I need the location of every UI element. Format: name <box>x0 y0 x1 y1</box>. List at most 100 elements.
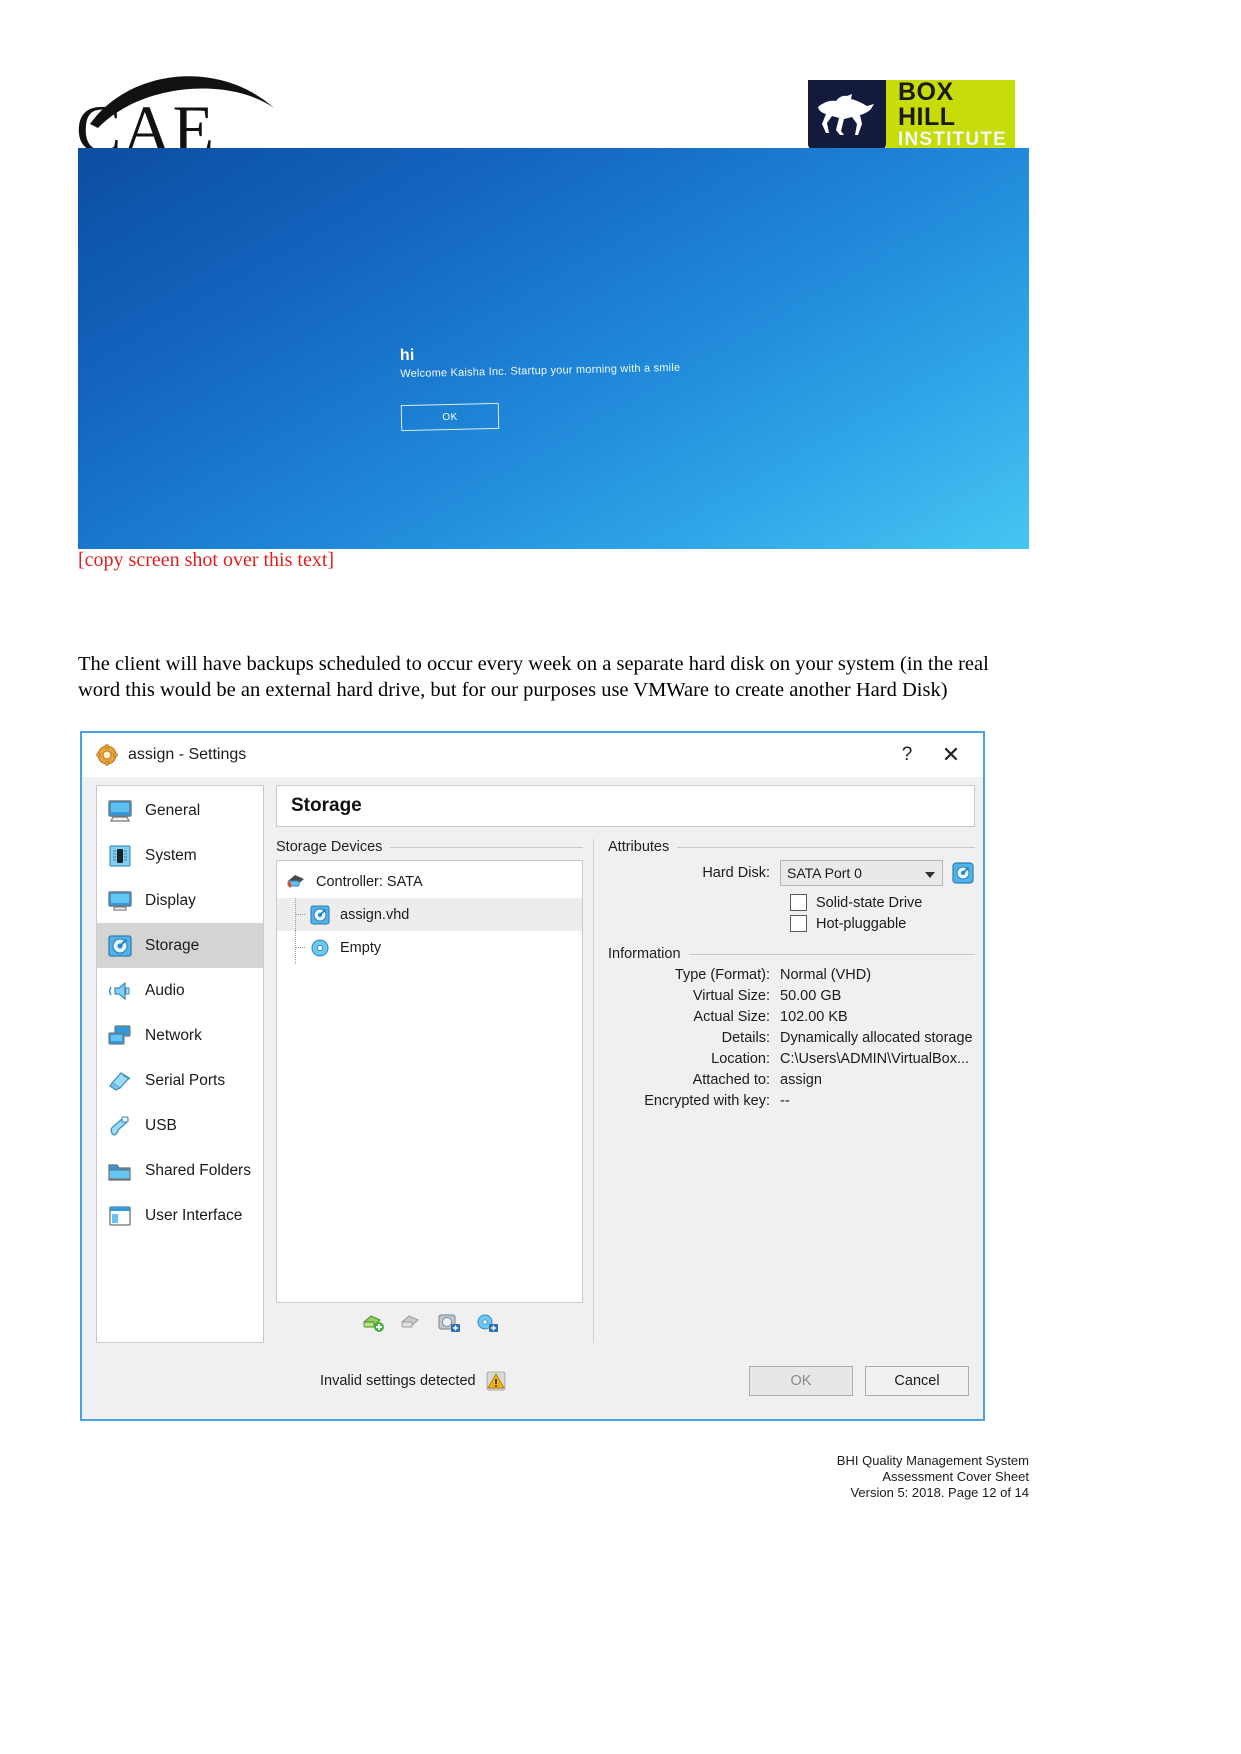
sidebar-item-label: Audio <box>145 981 185 999</box>
welcome-ok-button[interactable]: OK <box>400 402 500 432</box>
divider <box>390 846 583 848</box>
box-hill-institute-logo: BOX HILL INSTITUTE <box>808 80 1015 150</box>
ok-button[interactable]: OK <box>749 1366 853 1396</box>
group-label: Attributes <box>608 839 670 855</box>
bhi-line2: INSTITUTE <box>898 129 1007 151</box>
info-row-encrypted-with-key: Encrypted with key: -- <box>608 1093 975 1109</box>
sidebar-item-label: Network <box>145 1026 202 1044</box>
harddisk-icon <box>105 931 135 961</box>
info-row-attached-to: Attached to: assign <box>608 1072 975 1088</box>
chevron-down-icon <box>925 872 935 878</box>
invalid-settings-text: Invalid settings detected <box>320 1373 476 1389</box>
help-button[interactable]: ? <box>885 735 929 775</box>
info-label: Actual Size: <box>693 1009 770 1025</box>
sidebar-item-label: General <box>145 801 201 819</box>
solid-state-drive-checkbox[interactable] <box>790 894 807 911</box>
sidebar-item-user-interface[interactable]: User Interface <box>97 1193 263 1238</box>
info-label: Attached to: <box>692 1072 770 1088</box>
tree-guide <box>295 931 305 964</box>
add-optical-drive-icon[interactable] <box>475 1311 499 1335</box>
cancel-button[interactable]: Cancel <box>865 1366 969 1396</box>
solid-state-drive-checkbox-row[interactable]: Solid-state Drive <box>780 894 975 911</box>
add-hard-disk-icon[interactable] <box>437 1311 461 1335</box>
info-label: Encrypted with key: <box>644 1093 770 1109</box>
folder-icon <box>105 1156 135 1186</box>
info-value: Dynamically allocated storage <box>780 1030 973 1046</box>
info-value: 102.00 KB <box>780 1009 848 1025</box>
sidebar-item-audio[interactable]: Audio <box>97 968 263 1013</box>
hard-disk-row: Hard Disk: SATA Port 0 <box>608 860 975 886</box>
sidebar-item-label: User Interface <box>145 1206 243 1224</box>
info-value: Normal (VHD) <box>780 967 872 983</box>
sidebar-item-label: System <box>145 846 197 864</box>
add-attachment-icon[interactable] <box>361 1311 385 1335</box>
page-title: Storage <box>276 785 975 827</box>
cae-logo-graphic: CAE <box>78 76 274 158</box>
sidebar-item-label: Shared Folders <box>145 1161 251 1179</box>
user-interface-icon <box>105 1201 135 1231</box>
footer-line-2: Assessment Cover Sheet <box>882 1469 1029 1484</box>
sidebar-item-display[interactable]: Display <box>97 878 263 923</box>
storage-devices-panel: Storage Devices Controller: SATA assign.… <box>276 839 583 1343</box>
windows-welcome-screenshot: hi Welcome Kaisha Inc. Startup your morn… <box>78 148 1029 549</box>
info-label: Location: <box>711 1051 770 1067</box>
storage-tree[interactable]: Controller: SATA assign.vhd Empty <box>276 860 583 1303</box>
vbox-settings-gear-icon <box>96 744 118 766</box>
tree-row[interactable]: Controller: SATA <box>277 865 582 898</box>
hard-disk-label: Hard Disk: <box>702 865 770 881</box>
info-label: Details: <box>721 1030 770 1046</box>
usb-icon <box>105 1111 135 1141</box>
info-value: 50.00 GB <box>780 988 842 1004</box>
close-icon[interactable]: ✕ <box>929 735 973 775</box>
network-icon <box>105 1021 135 1051</box>
dialog-titlebar: assign - Settings ? ✕ <box>82 733 983 777</box>
group-label: Information <box>608 946 681 962</box>
sidebar-item-general[interactable]: General <box>97 788 263 833</box>
choose-virtual-hard-disk-icon[interactable] <box>951 861 975 885</box>
optical-disk-icon <box>309 937 331 959</box>
dialog-footer: Invalid settings detected OK Cancel <box>82 1343 983 1419</box>
info-row-actual-size: Actual Size: 102.00 KB <box>608 1009 975 1025</box>
divider <box>688 953 975 955</box>
tree-row-label: Empty <box>340 939 382 956</box>
hot-pluggable-checkbox[interactable] <box>790 915 807 932</box>
sidebar-item-shared-folders[interactable]: Shared Folders <box>97 1148 263 1193</box>
sidebar-item-system[interactable]: System <box>97 833 263 878</box>
attributes-group-header: Attributes <box>608 839 975 855</box>
virtualbox-settings-dialog: assign - Settings ? ✕ General System Dis… <box>80 731 985 1421</box>
storage-columns: Storage Devices Controller: SATA assign.… <box>276 839 975 1343</box>
info-row-type: Type (Format): Normal (VHD) <box>608 967 975 983</box>
storage-tree-toolbar <box>276 1303 583 1343</box>
monitor-icon <box>105 796 135 826</box>
sidebar-item-label: Storage <box>145 936 200 954</box>
hard-disk-value: SATA Port 0 <box>787 865 862 881</box>
sidebar-item-label: Serial Ports <box>145 1071 226 1089</box>
tree-row-label: Controller: SATA <box>316 873 423 890</box>
welcome-text-block: hi Welcome Kaisha Inc. Startup your morn… <box>400 341 681 380</box>
sata-controller-icon <box>285 871 307 893</box>
info-label: Type (Format): <box>674 967 770 983</box>
warning-triangle-icon[interactable] <box>486 1371 506 1391</box>
sidebar-item-serial-ports[interactable]: Serial Ports <box>97 1058 263 1103</box>
cae-logo: CAE <box>78 62 298 158</box>
footer-line-3: Version 5: 2018. Page 12 of 14 <box>850 1485 1029 1500</box>
tree-row[interactable]: assign.vhd <box>277 898 582 931</box>
sidebar-item-network[interactable]: Network <box>97 1013 263 1058</box>
red-placeholder-note: [copy screen shot over this text] <box>78 549 335 571</box>
hot-pluggable-checkbox-row[interactable]: Hot-pluggable <box>780 915 975 932</box>
hard-disk-select[interactable]: SATA Port 0 <box>780 860 943 886</box>
sidebar-item-label: Display <box>145 891 196 909</box>
info-row-details: Details: Dynamically allocated storage <box>608 1030 975 1046</box>
settings-content: Storage Storage Devices Controller: SATA… <box>276 785 975 1343</box>
page-footer: BHI Quality Management System Assessment… <box>837 1453 1029 1501</box>
invalid-settings-message: Invalid settings detected <box>320 1371 506 1391</box>
sidebar-item-usb[interactable]: USB <box>97 1103 263 1148</box>
tree-row[interactable]: Empty <box>277 931 582 964</box>
running-horse-icon <box>818 94 874 135</box>
info-value: C:\Users\ADMIN\VirtualBox... <box>780 1051 970 1067</box>
settings-sidebar: General System Display Storage Audio Net… <box>96 785 264 1343</box>
sidebar-item-storage[interactable]: Storage <box>97 923 263 968</box>
display-icon <box>105 886 135 916</box>
info-row-virtual-size: Virtual Size: 50.00 GB <box>608 988 975 1004</box>
remove-attachment-icon[interactable] <box>399 1311 423 1335</box>
